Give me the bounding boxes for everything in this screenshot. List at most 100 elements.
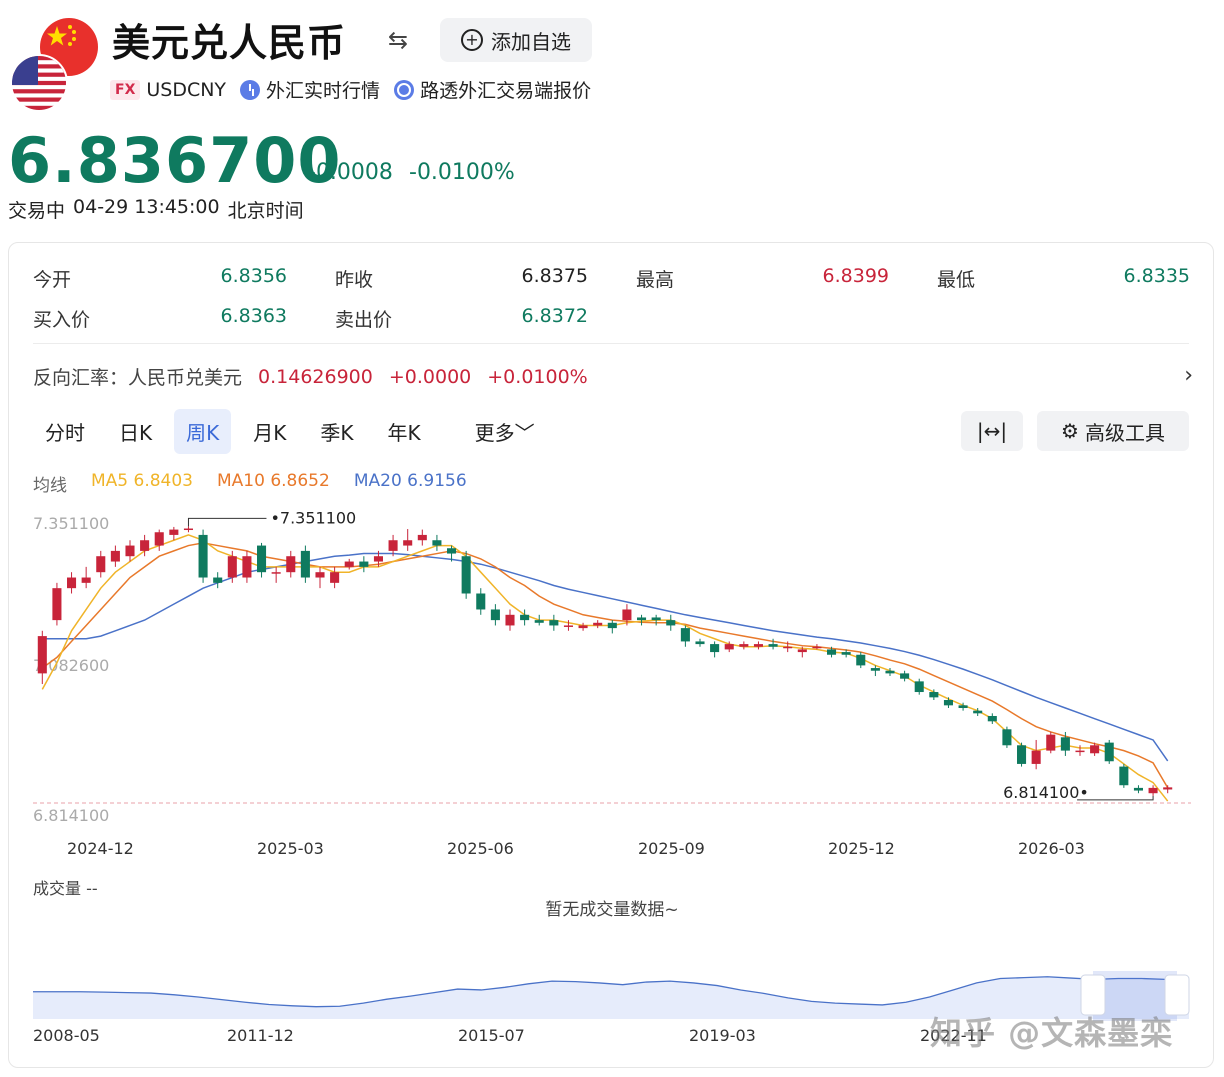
max-marker-line [187, 517, 267, 527]
candle-body [987, 715, 997, 722]
candle-body [1133, 787, 1143, 791]
overview-x-tick: 2011-12 [227, 1026, 294, 1045]
candle-body [125, 545, 135, 557]
candle-body [607, 622, 617, 629]
candle-body [227, 556, 237, 578]
status-text: 交易中 [8, 200, 66, 222]
quote-timezone: 北京时间 [227, 200, 304, 222]
candle-body [753, 644, 763, 647]
candle-body [534, 620, 544, 623]
candle-body [330, 572, 340, 583]
overview-x-tick: 2019-03 [689, 1026, 756, 1045]
candle-body [520, 614, 530, 621]
candle-body [1090, 745, 1100, 754]
candle-body [1075, 750, 1085, 753]
add-watchlist-label: 添加自选 [491, 29, 571, 54]
candle-body [461, 556, 471, 594]
candle-body [81, 577, 91, 583]
candle-body [797, 649, 807, 653]
x-tick-label: 2024-12 [67, 839, 134, 858]
symbol-tags: FX USDCNY 外汇实时行情 路透外汇交易端报价 [110, 76, 591, 103]
candle-body [1060, 737, 1070, 751]
candle-body [593, 622, 603, 626]
candle-body [257, 545, 267, 573]
price-change: -0.0008 [308, 160, 393, 185]
candle-body [1002, 729, 1012, 746]
candle-body [505, 614, 515, 626]
candle-body [724, 644, 734, 650]
candle-body [344, 561, 354, 567]
candle-body [549, 620, 559, 626]
quote-card: 今开 6.8356 昨收 6.8375 最高 6.8399 最低 6.8335 … [8, 242, 1214, 1068]
candle-body [1031, 750, 1041, 764]
candle-body [710, 644, 720, 653]
swap-icon[interactable]: ⇆ [388, 26, 408, 54]
x-tick-label: 2025-09 [638, 839, 705, 858]
candle-body [140, 540, 150, 551]
candle-body [447, 548, 457, 554]
candle-body [856, 654, 866, 666]
realtime-tag[interactable]: 外汇实时行情 [240, 76, 380, 103]
overview-x-tick: 2015-07 [458, 1026, 525, 1045]
candle-body [213, 577, 223, 583]
candle-body [1104, 742, 1114, 762]
candle-body [373, 556, 383, 562]
candle-body [315, 572, 325, 578]
candle-body [841, 652, 851, 655]
candle-body [67, 577, 77, 589]
realtime-tag-label: 外汇实时行情 [266, 80, 381, 102]
x-tick-label: 2025-12 [828, 839, 895, 858]
candle-body [680, 628, 690, 642]
page-title: 美元兑人民币 [112, 21, 347, 65]
reuters-tag-label: 路透外汇交易端报价 [420, 80, 592, 102]
candle-body [695, 641, 705, 645]
candle-body [622, 609, 632, 621]
plus-icon: + [461, 29, 483, 51]
x-tick-label: 2025-03 [257, 839, 324, 858]
add-watchlist-button[interactable]: + 添加自选 [440, 18, 592, 62]
fx-badge: FX [110, 79, 141, 100]
candle-body [973, 710, 983, 714]
candle-body [1148, 787, 1158, 794]
ma20-line [42, 552, 1169, 762]
min-price-label: 6.814100• [1003, 783, 1089, 802]
candle-body [885, 670, 895, 674]
x-tick-label: 2025-06 [447, 839, 514, 858]
candle-body [1017, 745, 1027, 764]
candle-body [183, 528, 193, 531]
clock-icon [240, 79, 261, 100]
candle-body [490, 609, 500, 621]
candle-body [169, 529, 179, 535]
candle-body [271, 572, 281, 574]
candle-body [563, 625, 573, 627]
candle-body [388, 540, 398, 551]
candle-body [37, 636, 47, 674]
candle-body [958, 705, 968, 709]
candle-body [870, 668, 880, 671]
currency-flags [8, 14, 98, 112]
candle-body [286, 556, 296, 573]
reuters-tag[interactable]: 路透外汇交易端报价 [394, 76, 591, 103]
symbol-tag: FX USDCNY [110, 79, 226, 101]
candle-body [739, 644, 749, 647]
ma10-line [41, 542, 1169, 789]
candle-body [943, 700, 953, 706]
candle-body [637, 617, 647, 621]
candle-body [417, 534, 427, 541]
candle-body [359, 561, 369, 567]
candle-body [476, 593, 486, 610]
x-tick-label: 2026-03 [1018, 839, 1085, 858]
y-tick-label: 6.814100 [33, 806, 109, 825]
candle-body [914, 681, 924, 693]
candle-body [242, 556, 252, 578]
current-price: 6.836700 [8, 124, 342, 197]
candle-body [1046, 734, 1056, 751]
candle-body [666, 620, 676, 626]
max-price-label: •7.351100 [270, 508, 356, 527]
candle-body [578, 625, 588, 629]
candle-body [768, 644, 778, 647]
volume-empty-text: 暂无成交量数据~ [545, 900, 679, 920]
symbol-code: USDCNY [146, 78, 227, 101]
candle-body [827, 649, 837, 655]
candlestick-chart[interactable]: 7.3511007.0826006.814100•7.3511006.81410… [9, 243, 1215, 883]
